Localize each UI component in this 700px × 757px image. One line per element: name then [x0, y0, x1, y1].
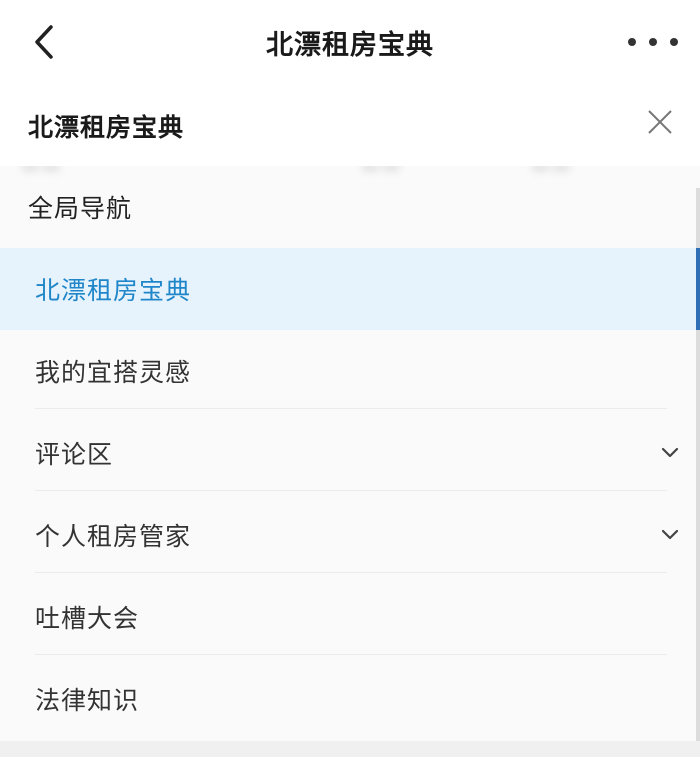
- navigation-panel-header: 北漂租房宝典: [0, 86, 700, 166]
- menu-item-global-nav[interactable]: 全局导航: [0, 166, 700, 248]
- active-indicator: [696, 248, 700, 330]
- menu-item-rental-manager[interactable]: 个人租房管家: [0, 494, 700, 576]
- more-dot: [670, 38, 678, 46]
- menu-item-label: 全局导航: [28, 194, 133, 223]
- chevron-down-icon[interactable]: [660, 529, 680, 541]
- page-title: 北漂租房宝典: [266, 30, 434, 61]
- menu-item-rental-guide[interactable]: 北漂租房宝典: [0, 248, 700, 330]
- menu-item-label: 评论区: [35, 440, 114, 469]
- divider: [35, 490, 667, 491]
- menu-item-label: 个人租房管家: [35, 522, 192, 551]
- menu-item-rant-session[interactable]: 吐槽大会: [0, 576, 700, 658]
- menu-item-label: 北漂租房宝典: [35, 276, 192, 305]
- bottom-edge: [0, 741, 700, 757]
- divider: [35, 654, 667, 655]
- close-icon[interactable]: [644, 106, 676, 138]
- menu-item-comments[interactable]: 评论区: [0, 412, 700, 494]
- menu-item-label: 法律知识: [35, 686, 140, 715]
- menu-item-label: 我的宜搭灵感: [35, 358, 192, 387]
- more-horizontal-icon: [628, 38, 636, 46]
- menu-item-label: 吐槽大会: [35, 604, 140, 633]
- panel-title: 北漂租房宝典: [28, 113, 185, 142]
- divider: [35, 408, 667, 409]
- more-button[interactable]: [628, 26, 678, 58]
- menu-item-inspiration[interactable]: 我的宜搭灵感: [0, 330, 700, 412]
- navigation-menu: ▬▬ ▬▬ ▬▬ 全局导航 北漂租房宝典 我的宜搭灵感 评论区 个人租房管家 吐…: [0, 166, 700, 757]
- menu-item-legal-knowledge[interactable]: 法律知识: [0, 658, 700, 740]
- divider: [35, 572, 667, 573]
- chevron-down-icon[interactable]: [660, 447, 680, 459]
- more-dot: [649, 38, 657, 46]
- top-bar: 北漂租房宝典: [0, 0, 700, 86]
